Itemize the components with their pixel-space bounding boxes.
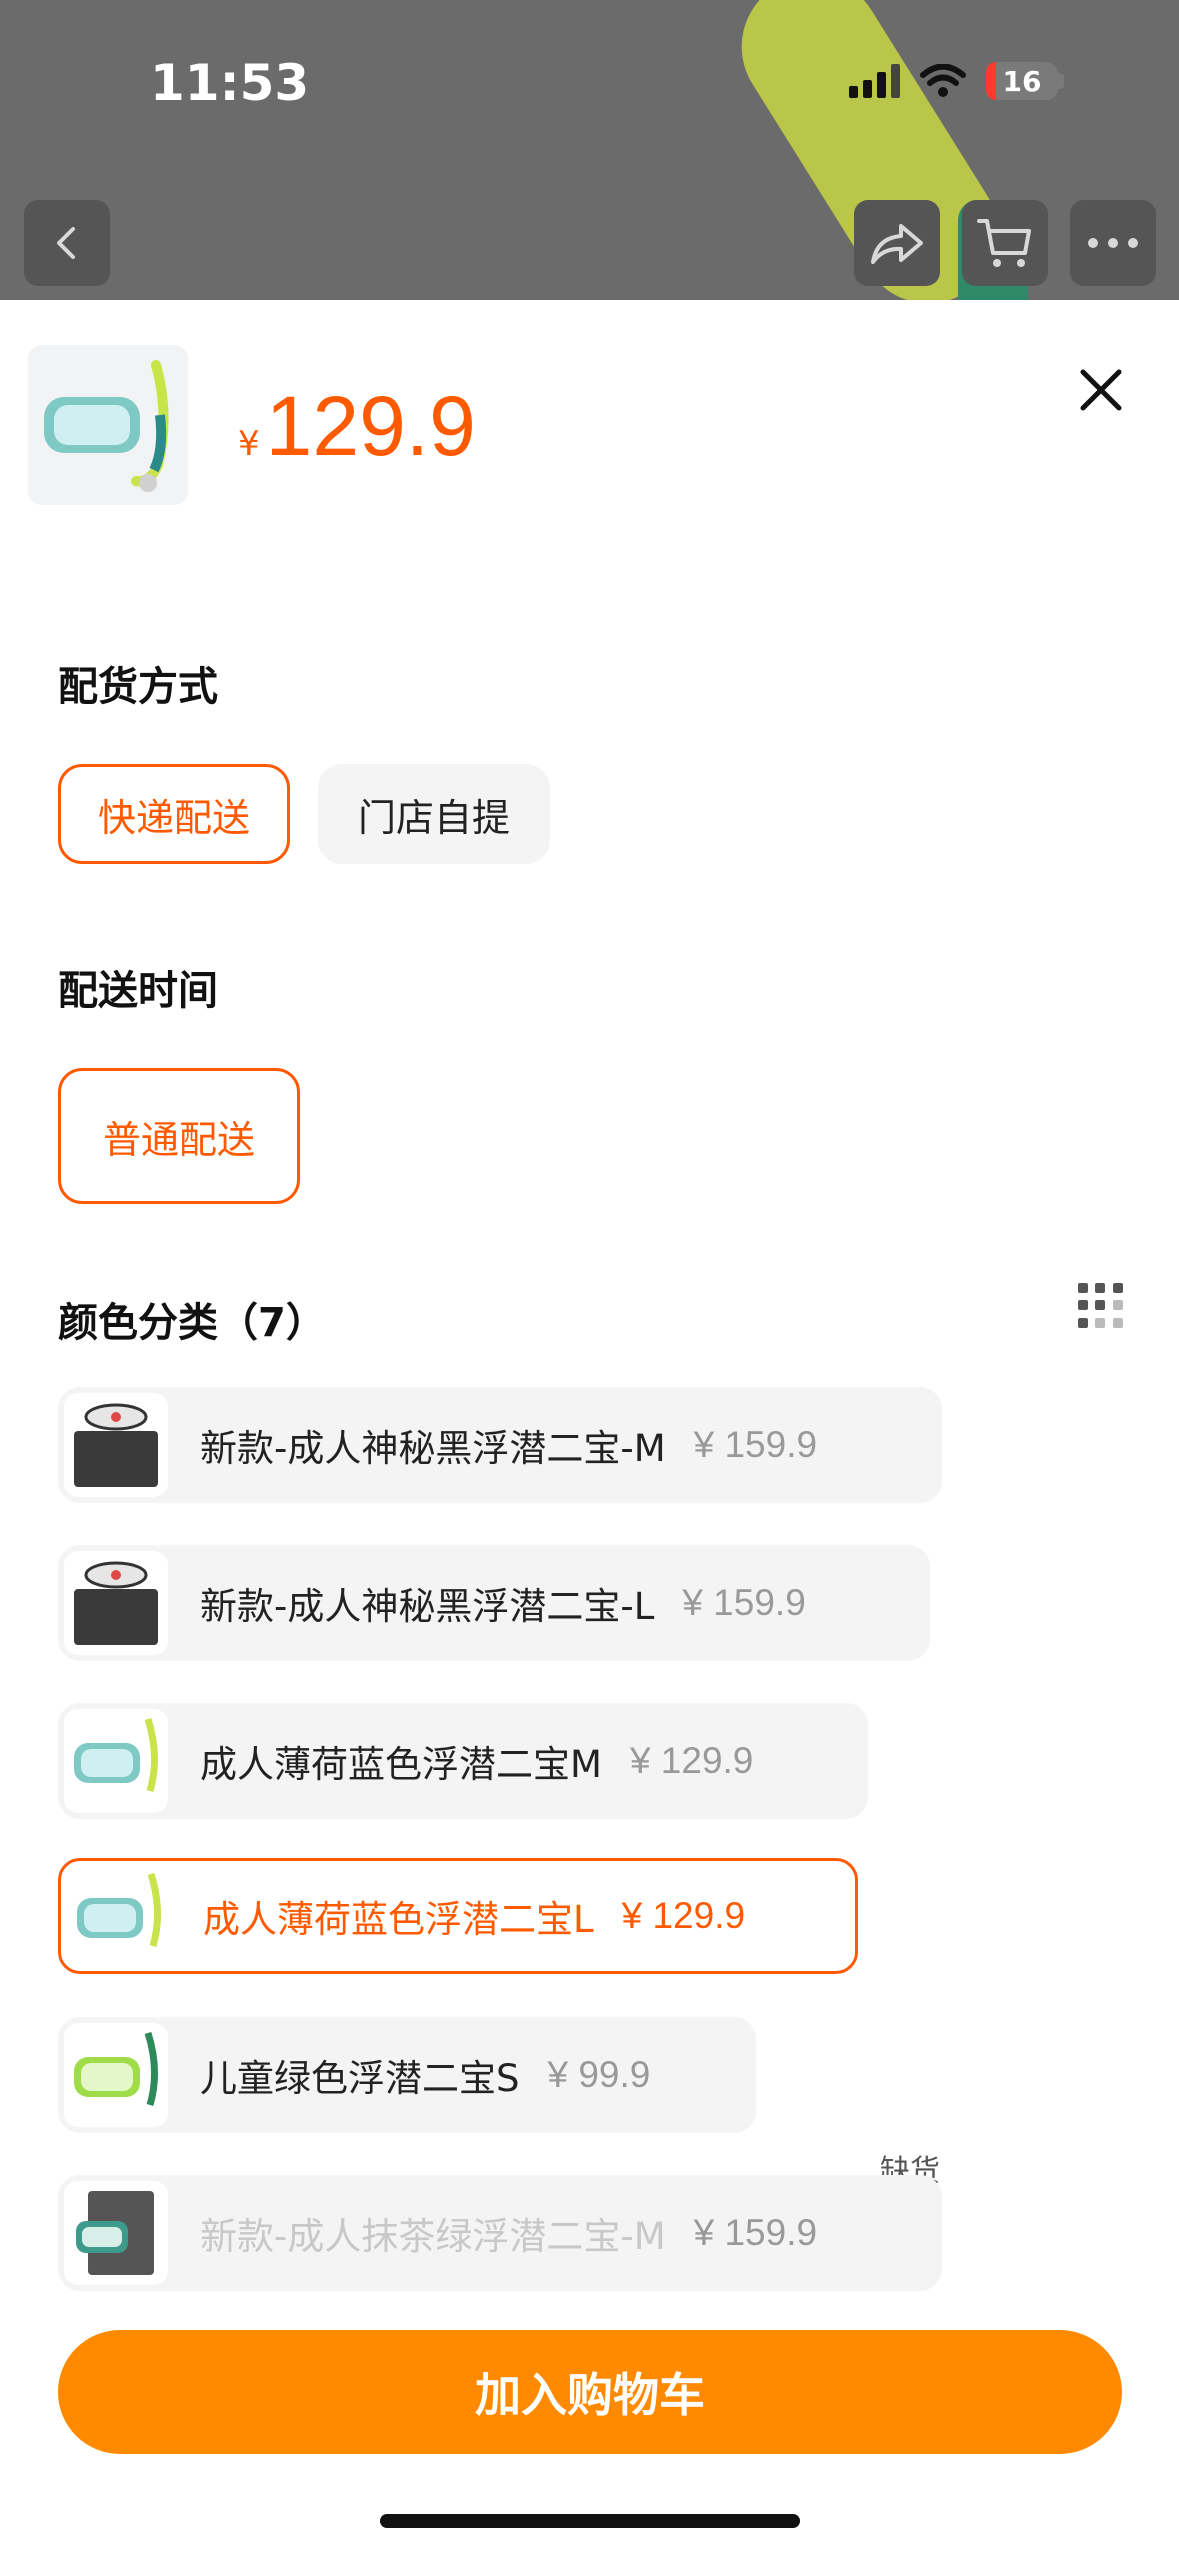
color-option[interactable]: 新款-成人神秘黑浮潜二宝-M ¥ 159.9 bbox=[58, 1387, 942, 1503]
status-icons: 16 bbox=[849, 62, 1064, 100]
wifi-icon bbox=[920, 64, 966, 97]
color-title: 颜色分类（7） bbox=[58, 1300, 326, 1346]
share-icon bbox=[871, 224, 923, 264]
status-time: 11:53 bbox=[150, 54, 310, 112]
option-name: 儿童绿色浮潜二宝S bbox=[200, 2057, 520, 2100]
option-price: ¥ 99.9 bbox=[547, 2054, 651, 2095]
share-button[interactable] bbox=[854, 200, 940, 286]
color-option[interactable]: 成人薄荷蓝色浮潜二宝M ¥ 129.9 bbox=[58, 1703, 868, 1819]
option-price: ¥ 129.9 bbox=[621, 1895, 746, 1936]
color-option[interactable]: 新款-成人神秘黑浮潜二宝-L ¥ 159.9 bbox=[58, 1545, 930, 1661]
back-button[interactable] bbox=[24, 200, 110, 286]
close-icon bbox=[1080, 369, 1122, 411]
currency-symbol: ¥ bbox=[238, 424, 260, 464]
delivery-time-title: 配送时间 bbox=[58, 968, 218, 1014]
delivery-method-title: 配货方式 bbox=[58, 664, 218, 710]
price: ¥ 129.9 bbox=[238, 378, 476, 475]
color-option[interactable]: 儿童绿色浮潜二宝S ¥ 99.9 bbox=[58, 2017, 756, 2133]
option-thumbnail bbox=[64, 1551, 168, 1655]
option-name: 新款-成人抹茶绿浮潜二宝-M bbox=[200, 2215, 666, 2258]
option-name: 成人薄荷蓝色浮潜二宝L bbox=[203, 1898, 594, 1941]
home-indicator bbox=[380, 2514, 800, 2528]
close-button[interactable] bbox=[1071, 360, 1131, 420]
color-option-selected[interactable]: 成人薄荷蓝色浮潜二宝L ¥ 129.9 bbox=[58, 1858, 858, 1974]
delivery-time-standard[interactable]: 普通配送 bbox=[58, 1068, 300, 1204]
option-name: 成人薄荷蓝色浮潜二宝M bbox=[200, 1743, 602, 1786]
option-thumbnail bbox=[64, 1393, 168, 1497]
price-value: 129.9 bbox=[265, 379, 476, 473]
battery-icon: 16 bbox=[986, 62, 1058, 100]
option-price: ¥ 159.9 bbox=[693, 2212, 818, 2253]
option-price: ¥ 129.9 bbox=[629, 1740, 754, 1781]
option-name: 新款-成人神秘黑浮潜二宝-L bbox=[200, 1585, 655, 1628]
delivery-method-pickup[interactable]: 门店自提 bbox=[318, 764, 550, 864]
signal-icon bbox=[849, 64, 900, 98]
grid-view-icon[interactable] bbox=[1078, 1283, 1124, 1329]
option-thumbnail bbox=[64, 2181, 168, 2285]
delivery-method-express[interactable]: 快递配送 bbox=[58, 764, 290, 864]
add-to-cart-button[interactable]: 加入购物车 bbox=[58, 2330, 1122, 2454]
product-thumbnail bbox=[28, 345, 188, 505]
option-thumbnail bbox=[64, 2023, 168, 2127]
color-option-disabled[interactable]: 新款-成人抹茶绿浮潜二宝-M ¥ 159.9 bbox=[58, 2175, 942, 2291]
option-name: 新款-成人神秘黑浮潜二宝-M bbox=[200, 1427, 666, 1470]
option-price: ¥ 159.9 bbox=[693, 1424, 818, 1465]
back-icon bbox=[57, 227, 75, 259]
option-price: ¥ 159.9 bbox=[682, 1582, 806, 1623]
more-icon bbox=[1088, 238, 1138, 248]
cart-button[interactable] bbox=[962, 200, 1048, 286]
more-button[interactable] bbox=[1070, 200, 1156, 286]
option-thumbnail bbox=[67, 1864, 171, 1968]
option-thumbnail bbox=[64, 1709, 168, 1813]
mask-image-icon bbox=[44, 360, 169, 492]
cart-icon bbox=[977, 219, 1031, 267]
